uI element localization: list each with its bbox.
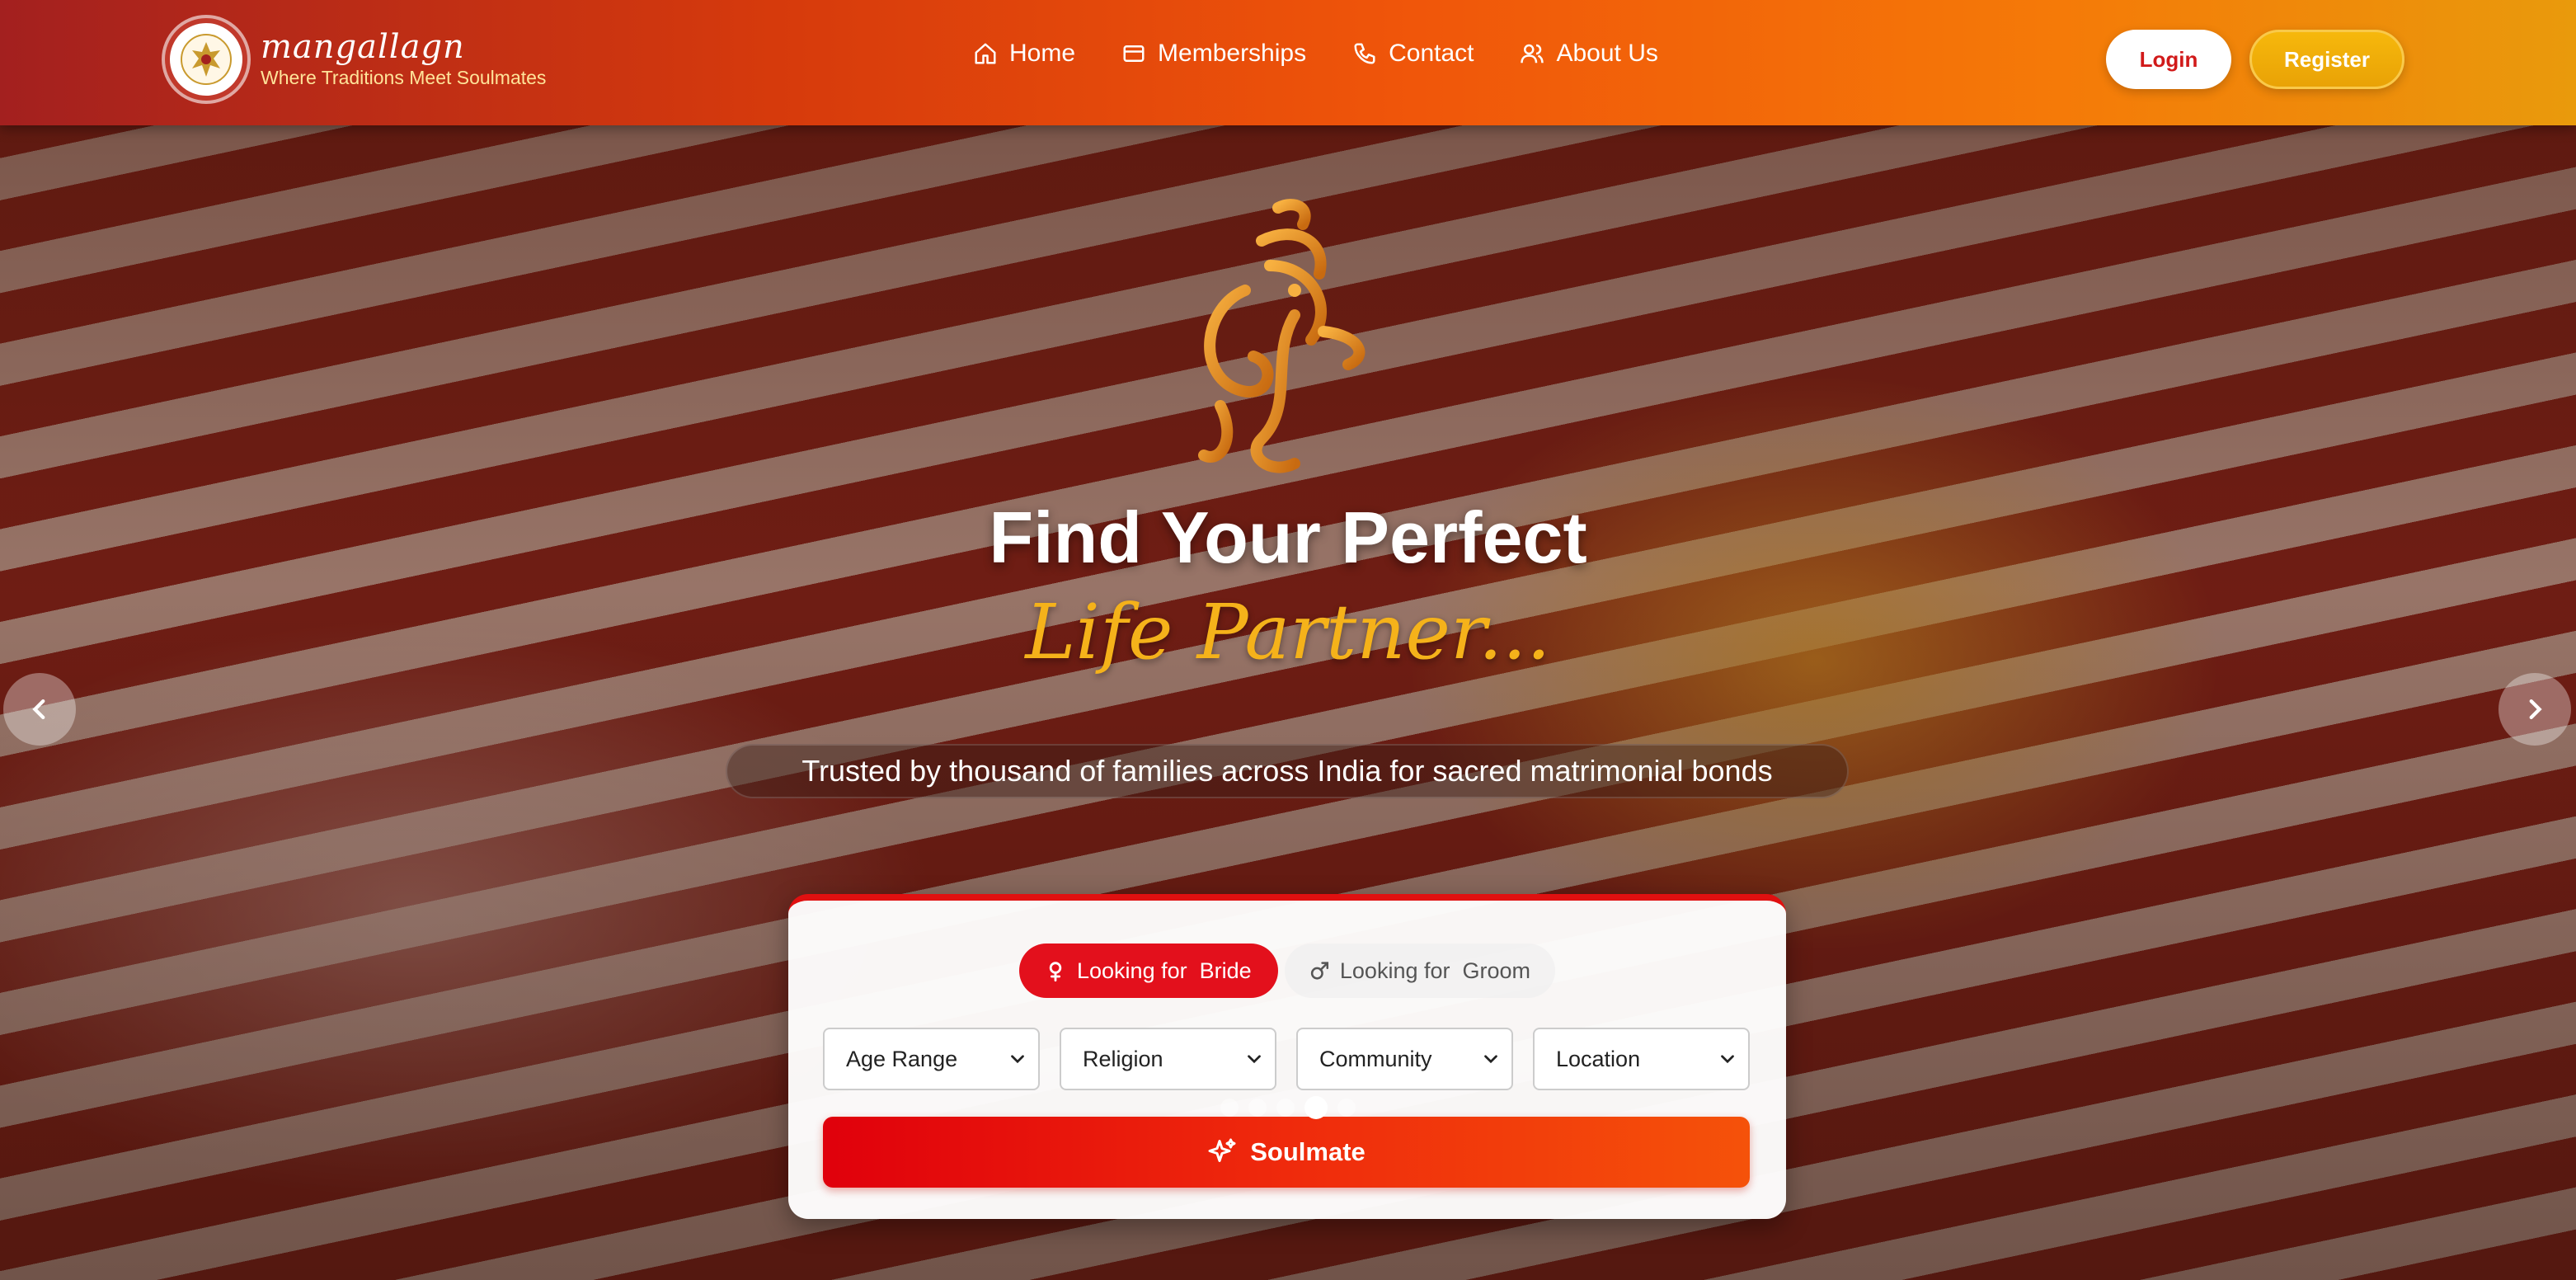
find-soulmate-label: Soulmate	[1250, 1137, 1366, 1166]
nav-item-contact[interactable]: Contact	[1352, 40, 1474, 68]
login-button[interactable]: Login	[2106, 30, 2231, 89]
chevron-down-icon	[1011, 1055, 1024, 1064]
nav-label-home: Home	[1009, 40, 1076, 67]
ganesha-icon	[1198, 199, 1366, 473]
gender-toggle: Looking for Bride Looking for Groom	[788, 944, 1786, 998]
chevron-down-icon	[1721, 1055, 1734, 1064]
male-icon	[1310, 962, 1329, 980]
chevron-left-icon	[32, 699, 45, 720]
community-select[interactable]: Community	[1296, 1028, 1513, 1090]
groom-toggle-label: Looking for Groom	[1339, 958, 1530, 983]
female-icon	[1049, 962, 1062, 982]
hero-subtitle: Trusted by thousand of families across I…	[726, 744, 1849, 798]
chevron-down-icon	[1248, 1055, 1261, 1064]
register-button[interactable]: Register	[2249, 30, 2404, 89]
carousel-dot-5[interactable]	[1337, 1099, 1356, 1117]
location-value: Location	[1556, 1046, 1641, 1071]
partner-search-card: Looking for Bride Looking for Groom Age …	[788, 894, 1786, 1219]
main-nav: Home Memberships Contact About Us	[973, 40, 1658, 68]
religion-select[interactable]: Religion	[1060, 1028, 1276, 1090]
carousel-indicators	[0, 1096, 2576, 1119]
carousel-dot-1[interactable]	[1220, 1099, 1239, 1117]
card-icon	[1123, 45, 1145, 62]
carousel-dot-3[interactable]	[1276, 1099, 1295, 1117]
age-range-value: Age Range	[846, 1046, 958, 1071]
find-soulmate-button[interactable]: Soulmate	[823, 1117, 1750, 1188]
search-filters: Age Range Religion Community Location	[823, 1028, 1750, 1090]
looking-for-groom-toggle[interactable]: Looking for Groom	[1285, 944, 1555, 998]
phone-icon	[1354, 43, 1375, 64]
age-range-select[interactable]: Age Range	[823, 1028, 1040, 1090]
hero-title: Find Your Perfect	[989, 496, 1587, 578]
nav-label-memberships: Memberships	[1158, 40, 1307, 67]
sparkles-icon	[1208, 1138, 1236, 1162]
nav-label-contact: Contact	[1389, 40, 1474, 67]
chevron-down-icon	[1484, 1055, 1497, 1064]
nav-item-home[interactable]: Home	[973, 40, 1075, 68]
brand-logo[interactable]: mangallagn Where Traditions Meet Soulmat…	[165, 18, 546, 101]
site-header: mangallagn Where Traditions Meet Soulmat…	[0, 0, 2576, 125]
carousel-next-button[interactable]	[2498, 673, 2571, 746]
community-value: Community	[1319, 1046, 1432, 1071]
brand-tagline: Where Traditions Meet Soulmates	[261, 67, 547, 88]
nav-label-about: About Us	[1556, 40, 1658, 67]
looking-for-bride-toggle[interactable]: Looking for Bride	[1019, 944, 1278, 998]
hero-script-title: Life Partner...	[1025, 588, 1551, 676]
carousel-dot-4[interactable]	[1304, 1096, 1328, 1119]
home-icon	[975, 43, 996, 64]
carousel-dot-2[interactable]	[1248, 1099, 1267, 1117]
users-icon	[1521, 44, 1544, 64]
carousel-prev-button[interactable]	[3, 673, 76, 746]
religion-value: Religion	[1083, 1046, 1163, 1071]
nav-item-memberships[interactable]: Memberships	[1121, 40, 1306, 68]
chevron-right-icon	[2529, 699, 2542, 720]
logo-emblem-icon	[165, 18, 247, 101]
nav-item-about[interactable]: About Us	[1520, 40, 1658, 68]
brand-name: mangallagn	[261, 28, 465, 66]
location-select[interactable]: Location	[1533, 1028, 1750, 1090]
bride-toggle-label: Looking for Bride	[1077, 958, 1252, 983]
